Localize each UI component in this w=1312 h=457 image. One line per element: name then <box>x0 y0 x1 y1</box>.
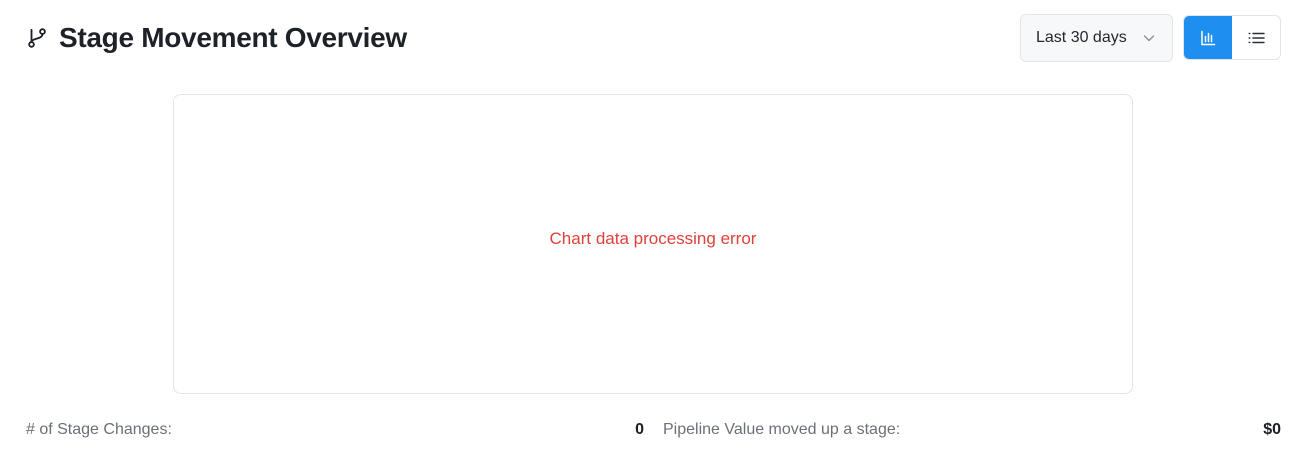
date-range-selected: Last 30 days <box>1036 29 1127 46</box>
stats-row: # of Stage Changes: 0 Pipeline Value mov… <box>0 415 1312 447</box>
git-branch-icon <box>28 28 46 48</box>
chart-container: Chart data processing error <box>173 94 1133 394</box>
list-icon <box>1248 32 1265 43</box>
stage-changes-value: 0 <box>635 421 644 438</box>
view-toggle <box>1183 15 1281 60</box>
pipeline-value-label: Pipeline Value moved up a stage: <box>663 421 901 438</box>
chart-view-button[interactable] <box>1184 16 1232 59</box>
bar-chart-icon <box>1201 30 1216 45</box>
list-view-button[interactable] <box>1232 16 1280 59</box>
header: Stage Movement Overview Last 30 days <box>0 0 1312 80</box>
pipeline-value-amount: $0 <box>1263 421 1281 438</box>
date-range-select[interactable]: Last 30 days <box>1020 14 1173 62</box>
chart-error-message: Chart data processing error <box>549 229 757 248</box>
chevron-down-icon <box>1143 35 1155 42</box>
page-title: Stage Movement Overview <box>59 22 407 53</box>
stage-changes-label: # of Stage Changes: <box>26 421 172 438</box>
